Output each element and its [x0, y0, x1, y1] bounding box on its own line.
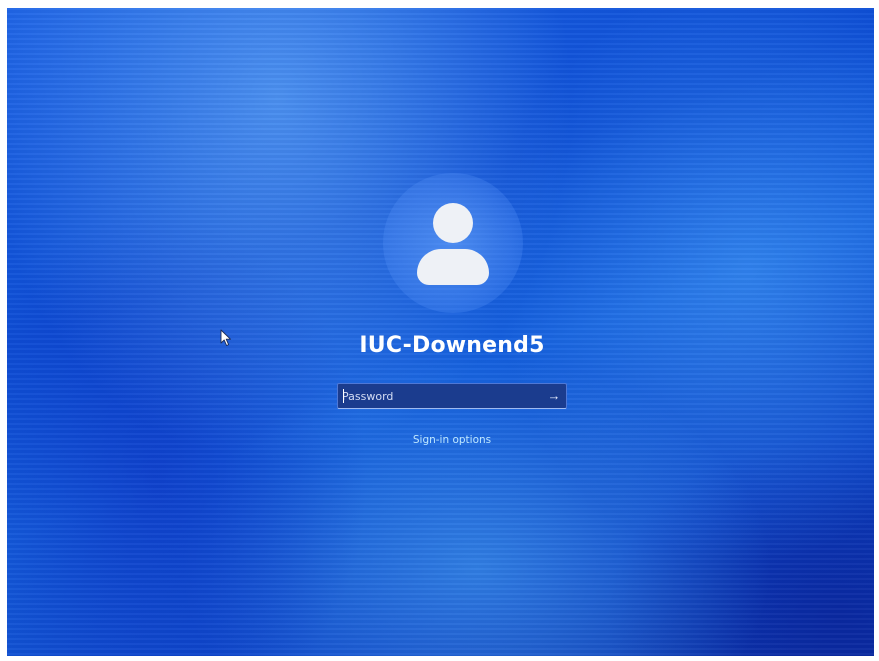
user-avatar-head-icon [433, 203, 473, 243]
sign-in-options-link[interactable]: Sign-in options [387, 434, 517, 446]
user-avatar-body-icon [417, 249, 489, 285]
text-caret [343, 389, 344, 403]
account-name: IUC-Downend5 [359, 333, 545, 358]
submit-arrow-button[interactable]: → [544, 386, 564, 406]
user-avatar [383, 173, 523, 313]
lock-screen: IUC-Downend5 → Sign-in options [7, 8, 874, 656]
password-field-container[interactable]: → [337, 383, 567, 409]
arrow-right-icon: → [547, 388, 561, 403]
scanline-texture [7, 8, 874, 656]
password-input[interactable] [342, 387, 532, 405]
mouse-pointer-icon [220, 329, 231, 346]
